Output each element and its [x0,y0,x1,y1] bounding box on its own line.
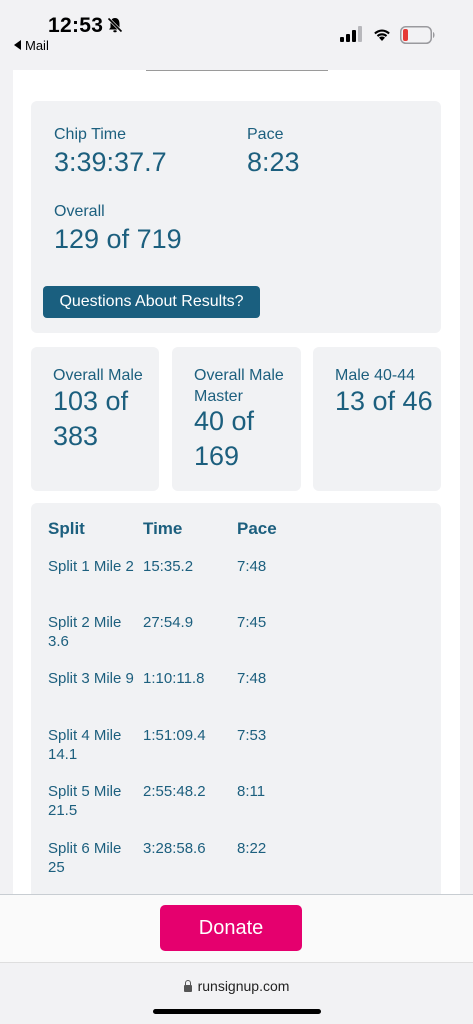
time-column-header: Time [143,519,183,538]
split-time: 3:28:58.6 [143,840,206,857]
split-time: 2:55:48.2 [143,783,206,800]
split-name: Split 1 Mile 2 [48,558,134,575]
table-row: Split 1 Mile 2 15:35.2 7:48 [31,557,441,613]
table-row: Split 3 Mile 9 1:10:11.8 7:48 [31,669,441,725]
split-column-header: Split [48,519,85,538]
bell-slash-icon [106,16,124,34]
split-pace: 7:48 [237,558,267,575]
overall-value: 129 of 719 [54,224,182,254]
placement-card-overall-male-master: Overall Male Master 40 of 169 [172,347,301,491]
placement-card-male-40-44: Male 40-44 13 of 46 [313,347,441,491]
back-arrow-icon [14,40,21,50]
battery-low-icon [400,26,435,44]
table-row: Split 6 Mile 25 3:28:58.6 8:22 [31,839,441,894]
split-name: Split 4 Mile 14.1 [48,727,122,763]
split-time: 1:51:09.4 [143,727,206,744]
back-label: Mail [25,38,49,53]
pace-value: 8:23 [247,147,300,177]
placement-label: Overall Male Master [194,367,284,405]
split-name: Split 3 Mile 9 [48,670,134,687]
browser-address-bar[interactable]: runsignup.com [0,962,473,1024]
split-pace: 8:22 [237,840,267,857]
pace-column-header: Pace [237,519,277,538]
table-row: Split 2 Mile 3.6 27:54.9 7:45 [31,613,441,669]
table-row: Split 5 Mile 21.5 2:55:48.2 8:11 [31,782,441,838]
donate-bar: Donate [0,894,473,962]
overall-label: Overall [54,203,105,220]
result-summary-card: Chip Time 3:39:37.7 Pace 8:23 Overall 12… [31,101,441,333]
cellular-signal-icon [340,26,362,42]
status-bar: 12:53 Mail [0,0,473,70]
lock-icon [183,980,192,992]
questions-about-results-button[interactable]: Questions About Results? [43,286,260,318]
split-name: Split 6 Mile 25 [48,840,122,876]
split-time: 27:54.9 [143,614,194,631]
placement-label: Overall Male [53,367,143,384]
pace-label: Pace [247,126,284,143]
table-row: Split 4 Mile 14.1 1:51:09.4 7:53 [31,726,441,782]
back-to-mail-link[interactable]: Mail [14,38,49,53]
split-time: 1:10:11.8 [143,670,205,687]
home-indicator[interactable] [153,1009,321,1014]
results-page: Chip Time 3:39:37.7 Pace 8:23 Overall 12… [13,70,460,894]
placement-label: Male 40-44 [335,367,416,384]
url-display[interactable]: runsignup.com [0,978,473,994]
divider [146,70,328,71]
split-time: 15:35.2 [143,558,194,575]
chip-time-value: 3:39:37.7 [54,147,167,177]
split-pace: 7:48 [237,670,267,687]
chip-time-label: Chip Time [54,126,127,143]
clock: 12:53 [48,14,104,37]
placement-value: 40 of 169 [194,406,255,471]
placement-card-overall-male: Overall Male 103 of 383 [31,347,159,491]
placement-value: 13 of 46 [335,386,433,416]
splits-table: Split Time Pace Split 1 Mile 2 15:35.2 7… [31,503,441,894]
split-pace: 7:45 [237,614,267,631]
split-name: Split 5 Mile 21.5 [48,783,122,819]
split-pace: 7:53 [237,727,267,744]
wifi-icon [374,29,390,41]
split-pace: 8:11 [237,783,266,800]
donate-button[interactable]: Donate [160,905,302,951]
placement-value: 103 of 383 [53,386,129,451]
url-text: runsignup.com [197,978,290,994]
split-name: Split 2 Mile 3.6 [48,614,122,650]
